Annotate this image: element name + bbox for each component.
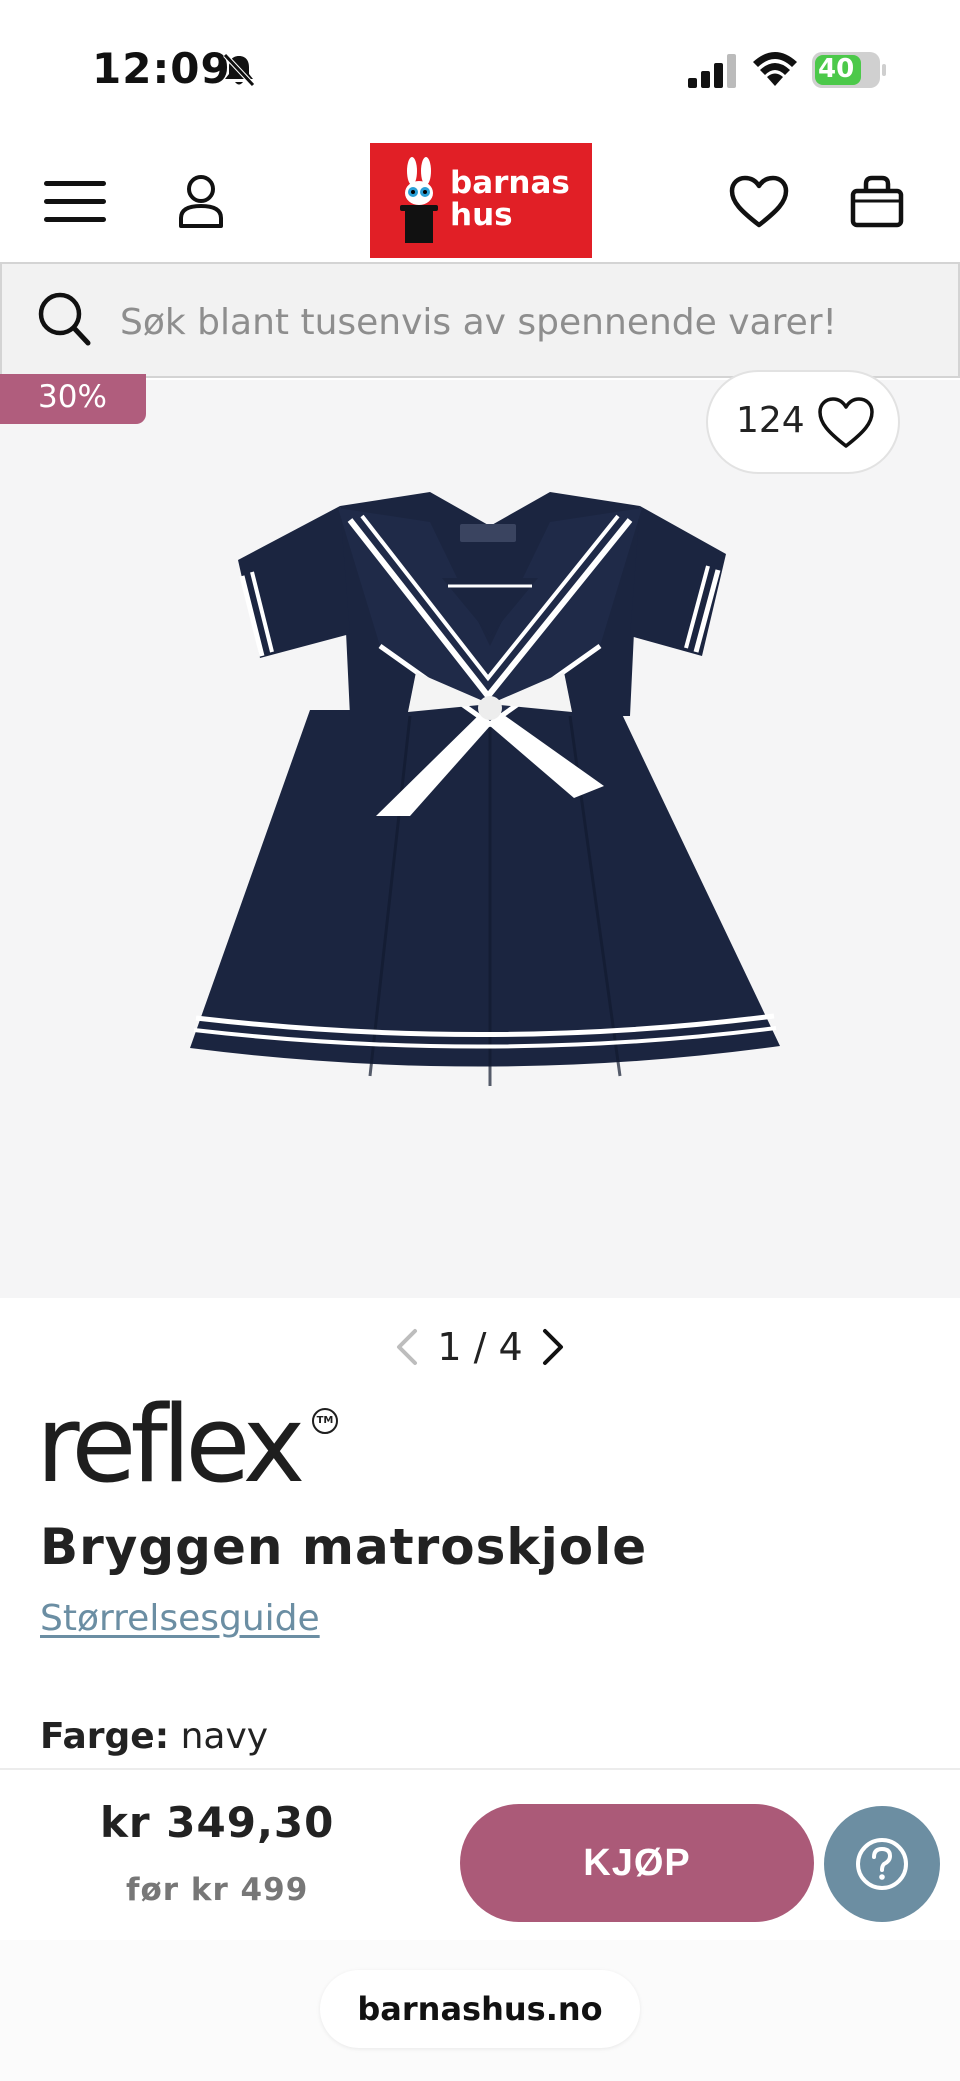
brand-logo[interactable]: reflex	[36, 1390, 305, 1500]
account-button[interactable]	[166, 167, 236, 237]
heart-icon	[818, 397, 874, 448]
color-label: Farge:	[40, 1716, 170, 1757]
buy-bar: kr 349,30 før kr 499 KJØP	[0, 1768, 960, 1940]
current-price: kr 349,30	[100, 1798, 335, 1847]
status-bar: 12:09 40	[0, 0, 960, 140]
browser-bar: barnashus.no	[0, 1940, 960, 2081]
search-icon	[38, 292, 91, 346]
color-info: Farge: navy	[40, 1716, 268, 1757]
logo-text-line1: barnas	[450, 165, 570, 201]
pager-text: 1 / 4	[437, 1325, 523, 1369]
product-title: Bryggen matroskjole	[40, 1518, 648, 1576]
cart-button[interactable]	[842, 167, 912, 237]
user-icon	[179, 175, 223, 228]
battery-level: 40	[818, 54, 855, 84]
bag-icon	[850, 175, 904, 228]
wishlist-button[interactable]	[724, 167, 794, 237]
battery-icon: 40	[812, 52, 886, 88]
trademark-icon: TM	[312, 1408, 338, 1434]
buy-button[interactable]: KJØP	[460, 1804, 814, 1922]
cell-signal-icon	[688, 54, 736, 88]
heart-icon	[729, 175, 789, 228]
wifi-icon	[753, 52, 797, 86]
question-icon	[856, 1838, 908, 1890]
favorite-button[interactable]: 124	[706, 370, 900, 474]
menu-icon	[44, 181, 106, 222]
help-button[interactable]	[824, 1806, 940, 1922]
favorite-count: 124	[736, 400, 805, 441]
discount-badge: 30%	[0, 374, 146, 424]
logo-text-line2: hus	[450, 197, 513, 233]
barnashus-logo[interactable]: barnas hus	[370, 143, 592, 258]
product-image-sailor-dress	[190, 492, 780, 1086]
bunny-hat-icon	[400, 157, 438, 243]
site-header: barnas hus	[0, 143, 960, 261]
gallery-pager: 1 / 4	[380, 1322, 580, 1372]
original-price: før kr 499	[126, 1872, 309, 1908]
color-value: navy	[180, 1716, 269, 1757]
menu-button[interactable]	[40, 167, 110, 237]
search-bar[interactable]	[0, 262, 960, 378]
chevron-left-icon[interactable]	[395, 1328, 419, 1366]
chevron-right-icon[interactable]	[541, 1328, 565, 1366]
search-input[interactable]	[120, 292, 920, 352]
size-guide-link[interactable]: Størrelsesguide	[40, 1598, 320, 1639]
bell-muted-icon	[223, 53, 255, 87]
url-bar[interactable]: barnashus.no	[320, 1970, 640, 2048]
status-time: 12:09	[92, 44, 231, 93]
